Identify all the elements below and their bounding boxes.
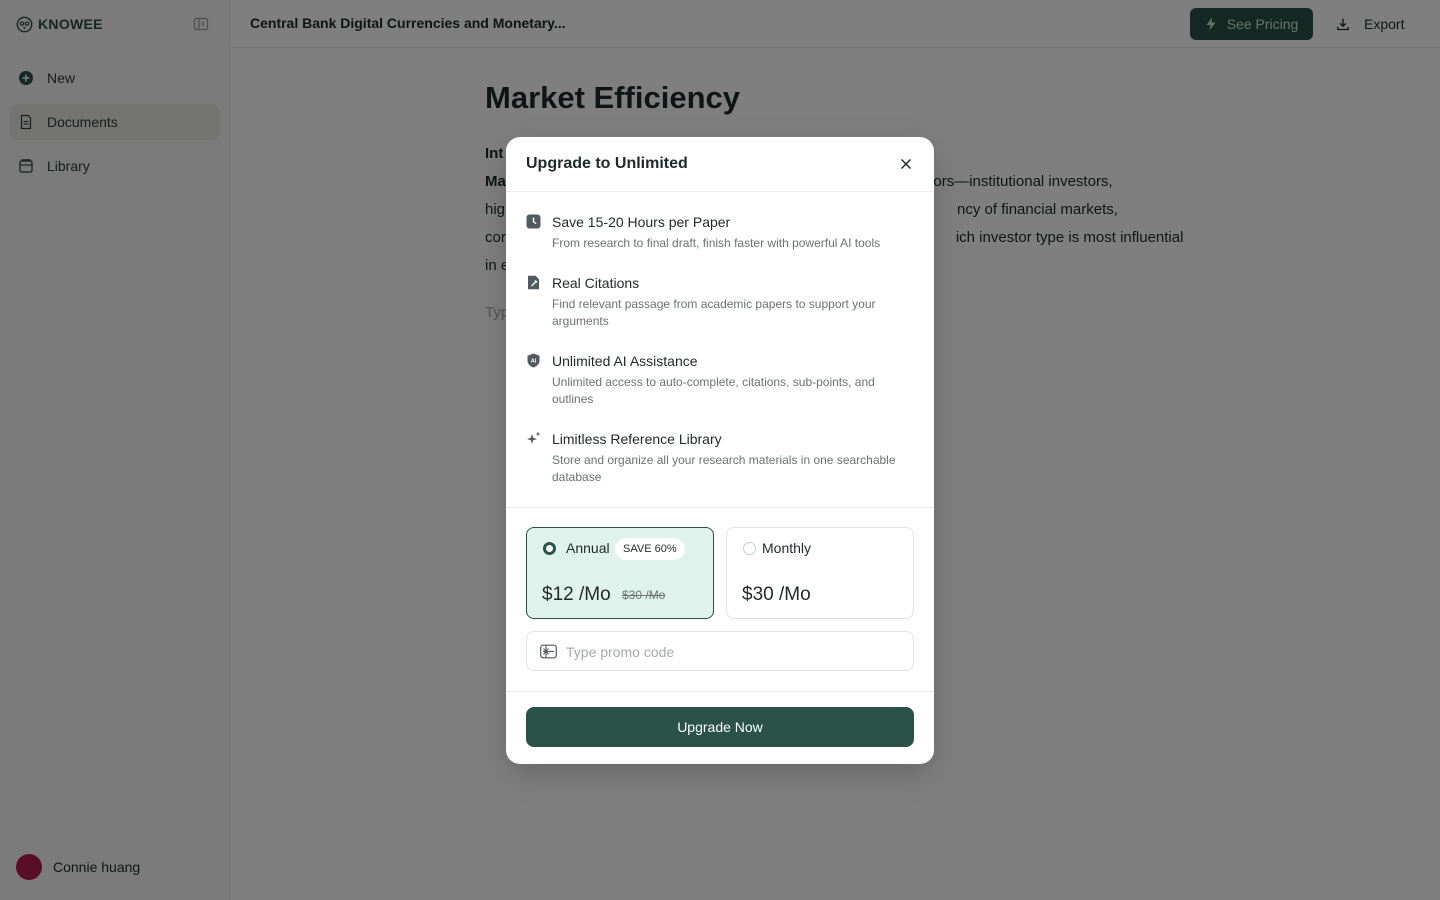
plan-name: Monthly <box>762 540 812 556</box>
plan-annual[interactable]: Annual SAVE 60% $12 /Mo $30 /Mo <box>526 527 714 619</box>
ai-shield-icon: AI <box>526 353 541 368</box>
close-icon <box>900 158 912 170</box>
feature-title: Real Citations <box>552 275 640 291</box>
plan-price: $30 /Mo <box>742 584 811 605</box>
feature-description: Find relevant passage from academic pape… <box>552 297 876 328</box>
svg-text:AI: AI <box>531 359 537 365</box>
feature-title: Limitless Reference Library <box>552 431 722 447</box>
upgrade-modal: Upgrade to Unlimited Save 15-20 Hours pe… <box>506 137 934 764</box>
modal-title: Upgrade to Unlimited <box>526 155 688 172</box>
plan-name: Annual <box>566 540 610 556</box>
modal-header: Upgrade to Unlimited <box>506 137 934 192</box>
plan-price: $12 /Mo <box>542 584 611 605</box>
feature-title: Save 15-20 Hours per Paper <box>552 214 731 230</box>
upgrade-now-button[interactable]: Upgrade Now <box>526 707 914 747</box>
plan-original-price: $30 /Mo <box>622 588 666 602</box>
promo-code-input[interactable] <box>566 641 896 663</box>
feature-title: Unlimited AI Assistance <box>552 353 698 369</box>
plan-monthly[interactable]: Monthly $30 /Mo <box>726 527 914 619</box>
feature-description: Store and organize all your research mat… <box>552 453 896 484</box>
promo-code-field[interactable] <box>526 631 914 671</box>
save-badge: SAVE 60% <box>615 538 685 560</box>
citation-icon <box>526 275 541 290</box>
sparkle-icon <box>526 431 541 446</box>
divider <box>506 691 934 692</box>
ticket-icon <box>540 644 557 659</box>
plan-radio[interactable] <box>543 542 556 555</box>
feature-description: Unlimited access to auto-complete, citat… <box>552 375 875 406</box>
divider <box>506 507 934 508</box>
close-button[interactable] <box>898 156 914 172</box>
feature-description: From research to final draft, finish fas… <box>552 236 881 250</box>
plan-radio[interactable] <box>743 542 756 555</box>
clock-icon <box>526 214 541 229</box>
